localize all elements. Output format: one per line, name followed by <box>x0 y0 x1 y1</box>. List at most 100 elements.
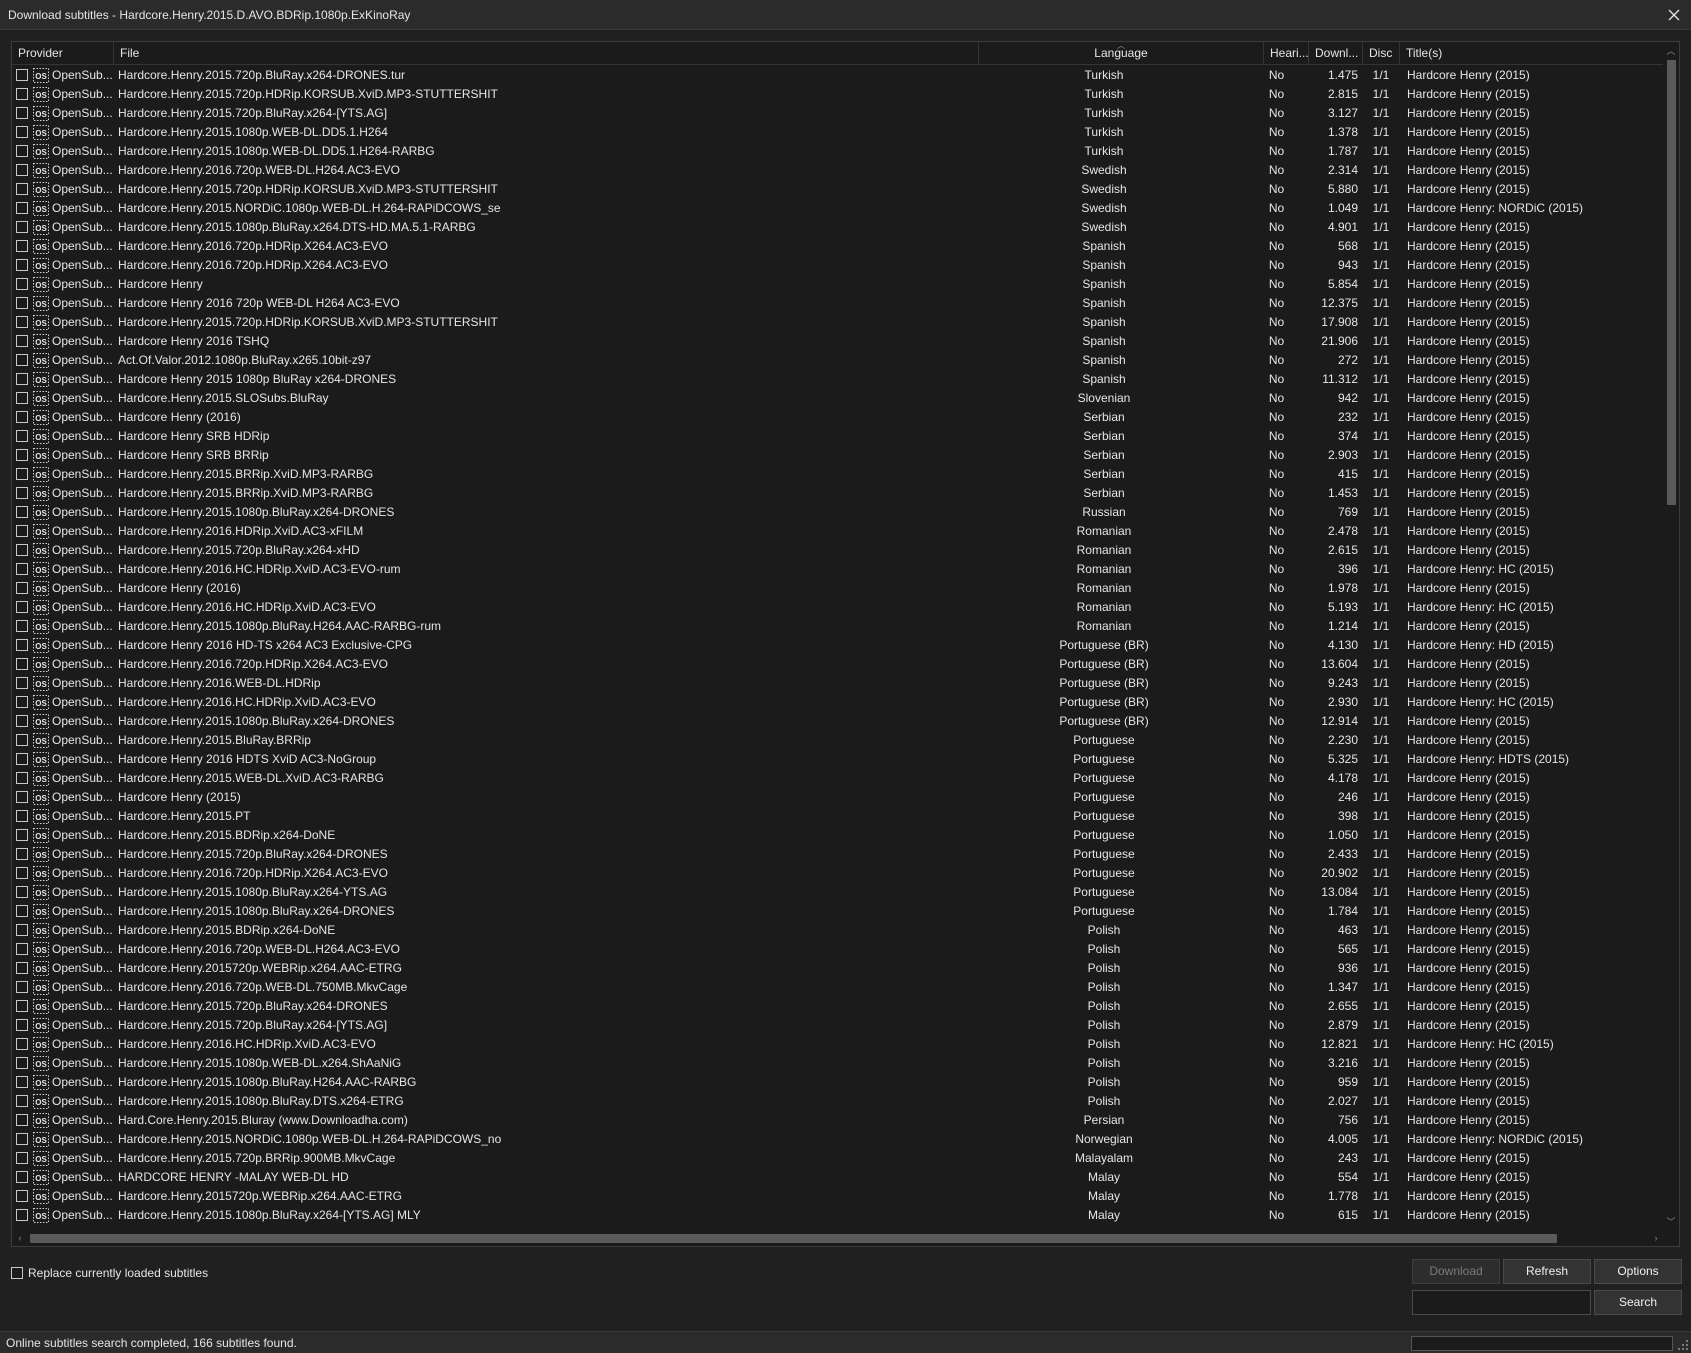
search-input[interactable] <box>1412 1290 1591 1315</box>
table-row[interactable]: OS OpenSub... Hardcore.Henry.2015.1080p.Bl… <box>12 902 1664 921</box>
column-header-language[interactable]: ︿ Language <box>979 42 1264 64</box>
row-checkbox[interactable] <box>16 145 28 157</box>
table-row[interactable]: OS OpenSub... Hardcore.Henry.2015.BDRip.x2… <box>12 826 1664 845</box>
table-row[interactable]: OS OpenSub... Hardcore.Henry.2015.1080p.Bl… <box>12 883 1664 902</box>
table-row[interactable]: OS OpenSub... Hardcore.Henry.2015.1080p.WE… <box>12 142 1664 161</box>
replace-subtitles-checkbox[interactable] <box>11 1267 23 1279</box>
table-row[interactable]: OS OpenSub... Hardcore.Henry.2015.SLOSubs.… <box>12 389 1664 408</box>
row-checkbox[interactable] <box>16 373 28 385</box>
table-row[interactable]: OS OpenSub... Act.Of.Valor.2012.1080p.BluR… <box>12 351 1664 370</box>
row-checkbox[interactable] <box>16 354 28 366</box>
table-row[interactable]: OS OpenSub... Hardcore.Henry.2015.720p.Blu… <box>12 104 1664 123</box>
row-checkbox[interactable] <box>16 525 28 537</box>
resize-grip-icon[interactable] <box>1677 1339 1689 1351</box>
close-icon[interactable] <box>1657 0 1691 30</box>
table-row[interactable]: OS OpenSub... Hardcore.Henry.2016.720p.HDR… <box>12 655 1664 674</box>
row-checkbox[interactable] <box>16 886 28 898</box>
row-checkbox[interactable] <box>16 1095 28 1107</box>
subtitles-list[interactable]: Provider File ︿ Language Heari... Downl.… <box>11 41 1680 1247</box>
row-checkbox[interactable] <box>16 1000 28 1012</box>
row-checkbox[interactable] <box>16 468 28 480</box>
row-checkbox[interactable] <box>16 1190 28 1202</box>
horizontal-scrollbar[interactable]: ‹ › <box>12 1229 1664 1246</box>
row-checkbox[interactable] <box>16 1114 28 1126</box>
table-row[interactable]: OS OpenSub... Hardcore.Henry.2016.WEB-DL.H… <box>12 674 1664 693</box>
row-checkbox[interactable] <box>16 810 28 822</box>
table-row[interactable]: OS OpenSub... Hardcore Henry (2016) Romania… <box>12 579 1664 598</box>
table-row[interactable]: OS OpenSub... Hardcore.Henry.2015.1080p.Bl… <box>12 1206 1664 1225</box>
row-checkbox[interactable] <box>16 69 28 81</box>
row-checkbox[interactable] <box>16 1076 28 1088</box>
row-checkbox[interactable] <box>16 639 28 651</box>
row-checkbox[interactable] <box>16 335 28 347</box>
row-checkbox[interactable] <box>16 1019 28 1031</box>
row-checkbox[interactable] <box>16 487 28 499</box>
column-header-disc[interactable]: Disc <box>1363 42 1400 64</box>
table-row[interactable]: OS OpenSub... Hardcore.Henry.2016.HC.HDRip… <box>12 693 1664 712</box>
row-checkbox[interactable] <box>16 506 28 518</box>
table-row[interactable]: OS OpenSub... Hardcore Henry Spanish No 5.854… <box>12 275 1664 294</box>
table-row[interactable]: OS OpenSub... Hardcore.Henry.2015.1080p.Bl… <box>12 1073 1664 1092</box>
table-row[interactable]: OS OpenSub... Hardcore.Henry.2015.BluRay.B… <box>12 731 1664 750</box>
row-checkbox[interactable] <box>16 183 28 195</box>
vertical-scrollbar[interactable]: ︿ ﹀ <box>1663 42 1679 1229</box>
row-checkbox[interactable] <box>16 924 28 936</box>
table-row[interactable]: OS OpenSub... Hardcore.Henry.2015.BDRip.x2… <box>12 921 1664 940</box>
row-checkbox[interactable] <box>16 259 28 271</box>
table-row[interactable]: OS OpenSub... Hardcore.Henry.2015.720p.HDR… <box>12 313 1664 332</box>
table-row[interactable]: OS OpenSub... Hardcore Henry (2016) Serbian… <box>12 408 1664 427</box>
row-checkbox[interactable] <box>16 544 28 556</box>
row-checkbox[interactable] <box>16 677 28 689</box>
table-row[interactable]: OS OpenSub... Hardcore.Henry.2015.WEB-DL.X… <box>12 769 1664 788</box>
row-checkbox[interactable] <box>16 1209 28 1221</box>
table-row[interactable]: OS OpenSub... Hardcore.Henry.2015.BRRip.Xv… <box>12 465 1664 484</box>
row-checkbox[interactable] <box>16 943 28 955</box>
table-row[interactable]: OS OpenSub... Hardcore.Henry.2015.720p.Blu… <box>12 66 1664 85</box>
table-row[interactable]: OS OpenSub... Hardcore.Henry.2015.720p.HDR… <box>12 180 1664 199</box>
row-checkbox[interactable] <box>16 411 28 423</box>
table-row[interactable]: OS OpenSub... Hardcore.Henry.2016.720p.WEB… <box>12 940 1664 959</box>
table-row[interactable]: OS OpenSub... Hardcore.Henry.2016.720p.WEB… <box>12 978 1664 997</box>
table-row[interactable]: OS OpenSub... Hardcore.Henry.2015.1080p.Bl… <box>12 503 1664 522</box>
row-checkbox[interactable] <box>16 107 28 119</box>
row-checkbox[interactable] <box>16 658 28 670</box>
table-row[interactable]: OS OpenSub... Hardcore.Henry.2015.NORDiC.1… <box>12 1130 1664 1149</box>
row-checkbox[interactable] <box>16 734 28 746</box>
row-checkbox[interactable] <box>16 563 28 575</box>
scroll-down-icon[interactable]: ﹀ <box>1663 1213 1679 1229</box>
vertical-scroll-thumb[interactable] <box>1667 60 1676 505</box>
table-row[interactable]: OS OpenSub... Hardcore.Henry.2015.1080p.WE… <box>12 1054 1664 1073</box>
row-checkbox[interactable] <box>16 240 28 252</box>
table-row[interactable]: OS OpenSub... Hardcore Henry 2016 TSHQ Span… <box>12 332 1664 351</box>
table-row[interactable]: OS OpenSub... Hardcore Henry SRB HDRip Serb… <box>12 427 1664 446</box>
table-row[interactable]: OS OpenSub... Hardcore.Henry.2015.1080p.Bl… <box>12 712 1664 731</box>
table-row[interactable]: OS OpenSub... Hardcore.Henry.2016.HC.HDRip… <box>12 1035 1664 1054</box>
row-checkbox[interactable] <box>16 449 28 461</box>
row-checkbox[interactable] <box>16 981 28 993</box>
horizontal-scroll-thumb[interactable] <box>30 1234 1557 1243</box>
refresh-button[interactable]: Refresh <box>1503 1259 1591 1284</box>
replace-subtitles-option[interactable]: Replace currently loaded subtitles <box>11 1265 208 1281</box>
scroll-up-icon[interactable]: ︿ <box>1663 42 1679 58</box>
table-row[interactable]: OS OpenSub... Hardcore.Henry.2015.720p.Blu… <box>12 845 1664 864</box>
table-row[interactable]: OS OpenSub... Hardcore.Henry.2016.720p.WEB… <box>12 161 1664 180</box>
table-row[interactable]: OS OpenSub... Hardcore.Henry.2015.1080p.WE… <box>12 123 1664 142</box>
column-header-downloads[interactable]: Downl... <box>1309 42 1363 64</box>
table-row[interactable]: OS OpenSub... HARDCORE HENRY -MALAY WEB-DL… <box>12 1168 1664 1187</box>
table-row[interactable]: OS OpenSub... Hardcore.Henry.2016.HC.HDRip… <box>12 598 1664 617</box>
row-checkbox[interactable] <box>16 1133 28 1145</box>
table-row[interactable]: OS OpenSub... Hardcore Henry SRB BRRip Serb… <box>12 446 1664 465</box>
table-row[interactable]: OS OpenSub... Hardcore.Henry.2015.1080p.Bl… <box>12 1092 1664 1111</box>
table-row[interactable]: OS OpenSub... Hardcore.Henry.2016.HC.HDRip… <box>12 560 1664 579</box>
table-row[interactable]: OS OpenSub... Hardcore.Henry.2015.1080p.Bl… <box>12 617 1664 636</box>
table-row[interactable]: OS OpenSub... Hardcore.Henry.2015.720p.BRR… <box>12 1149 1664 1168</box>
column-header-provider[interactable]: Provider <box>12 42 114 64</box>
download-button[interactable]: Download <box>1412 1259 1500 1284</box>
table-row[interactable]: OS OpenSub... Hardcore.Henry.2015.720p.HDR… <box>12 85 1664 104</box>
row-checkbox[interactable] <box>16 1038 28 1050</box>
row-checkbox[interactable] <box>16 772 28 784</box>
row-checkbox[interactable] <box>16 164 28 176</box>
table-row[interactable]: OS OpenSub... Hardcore Henry 2016 HD-TS x2… <box>12 636 1664 655</box>
row-checkbox[interactable] <box>16 1171 28 1183</box>
table-row[interactable]: OS OpenSub... Hardcore Henry 2015 1080p Bl… <box>12 370 1664 389</box>
